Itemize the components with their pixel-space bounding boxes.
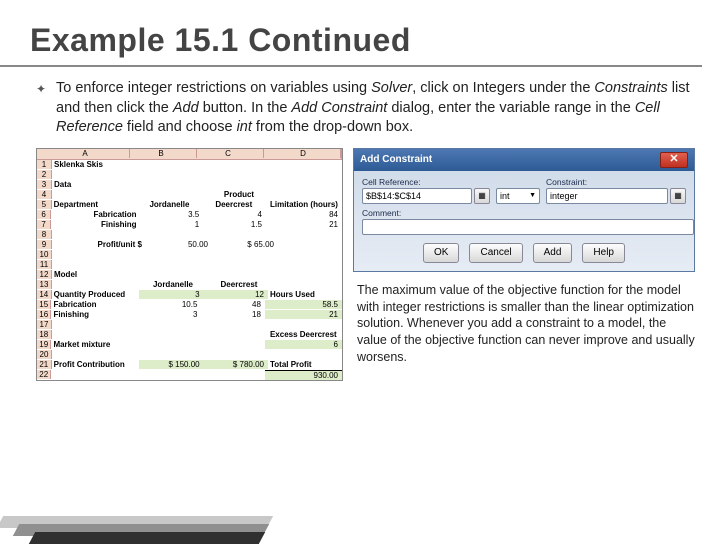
- range-picker-icon[interactable]: ▦: [474, 188, 490, 204]
- cell: Product: [208, 190, 274, 199]
- comment-input[interactable]: [362, 219, 694, 235]
- cell: $ 780.00: [204, 360, 268, 369]
- cell: Profit Contribution: [52, 360, 140, 369]
- cell: Data: [52, 180, 142, 189]
- cancel-button[interactable]: Cancel: [469, 243, 522, 263]
- cell: 18: [201, 310, 265, 319]
- cell: Jordanelle: [142, 280, 208, 289]
- caption-text: The maximum value of the objective funct…: [353, 280, 704, 366]
- col-C: C: [197, 149, 264, 158]
- cell: 1: [141, 220, 204, 229]
- spreadsheet: A B C D 1Sklenka Skis 2 3Data 4Product 5…: [36, 148, 343, 381]
- cell: Fabrication: [51, 210, 140, 219]
- cell-reference-input[interactable]: $B$14:$C$14: [362, 188, 472, 204]
- bullet-icon: ✦: [36, 81, 46, 97]
- cell: 4: [203, 210, 266, 219]
- cell: Quantity Produced: [52, 290, 140, 299]
- cell: Limitation (hours): [268, 200, 342, 209]
- cell: Finishing: [51, 310, 137, 319]
- cell: 50.00: [146, 240, 212, 249]
- close-button[interactable]: ✕: [660, 152, 688, 168]
- operator-select[interactable]: int ▼: [496, 188, 540, 204]
- ok-button[interactable]: OK: [423, 243, 459, 263]
- cell: 6: [265, 340, 342, 349]
- constraint-label: Constraint:: [546, 177, 686, 187]
- cell: 3.5: [141, 210, 204, 219]
- cell: Total Profit: [268, 360, 342, 369]
- cell: Excess Deercrest: [268, 330, 342, 339]
- cell: Model: [52, 270, 142, 279]
- cell: $ 65.00: [212, 240, 278, 249]
- cellref-label: Cell Reference:: [362, 177, 490, 187]
- add-button[interactable]: Add: [533, 243, 573, 263]
- col-A: A: [39, 149, 130, 158]
- cell: Department: [52, 200, 140, 209]
- add-constraint-dialog: Add Constraint ✕ Cell Reference: $B$14:$…: [353, 148, 695, 272]
- cell: 3: [139, 290, 203, 299]
- cell: 84: [266, 210, 342, 219]
- cell: 48: [201, 300, 265, 309]
- cell: Jordanelle: [139, 200, 203, 209]
- cell: 12: [204, 290, 268, 299]
- cell: 10.5: [138, 300, 202, 309]
- cell: 3: [138, 310, 202, 319]
- constraint-input[interactable]: integer: [546, 188, 668, 204]
- comment-label: Comment:: [362, 208, 686, 218]
- cell: $ 150.00: [139, 360, 203, 369]
- range-picker-icon[interactable]: ▦: [670, 188, 686, 204]
- operator-value: int: [500, 189, 510, 203]
- cell: Finishing: [51, 220, 140, 229]
- col-D: D: [264, 149, 341, 158]
- intro-paragraph: ✦ To enforce integer restrictions on var…: [0, 67, 720, 148]
- cell: Deercrest: [204, 200, 268, 209]
- cell: Profit/unit $: [52, 240, 146, 249]
- cell: 21: [266, 220, 342, 229]
- cell: Fabrication: [51, 300, 137, 309]
- cell: 930.00: [265, 370, 342, 380]
- chevron-down-icon: ▼: [529, 189, 536, 203]
- cell: 1.5: [203, 220, 266, 229]
- cell: 21: [265, 310, 342, 319]
- help-button[interactable]: Help: [582, 243, 625, 263]
- intro-text: To enforce integer restrictions on varia…: [56, 80, 690, 135]
- dialog-title: Add Constraint: [360, 154, 432, 165]
- cell: 58.5: [265, 300, 342, 309]
- cell: Deercrest: [208, 280, 274, 289]
- cell: Market mixture: [51, 340, 137, 349]
- cell: Sklenka Skis: [52, 160, 142, 169]
- decorative-swoosh: [0, 508, 290, 546]
- cell: Hours Used: [268, 290, 342, 299]
- page-title: Example 15.1 Continued: [0, 0, 702, 67]
- col-B: B: [130, 149, 197, 158]
